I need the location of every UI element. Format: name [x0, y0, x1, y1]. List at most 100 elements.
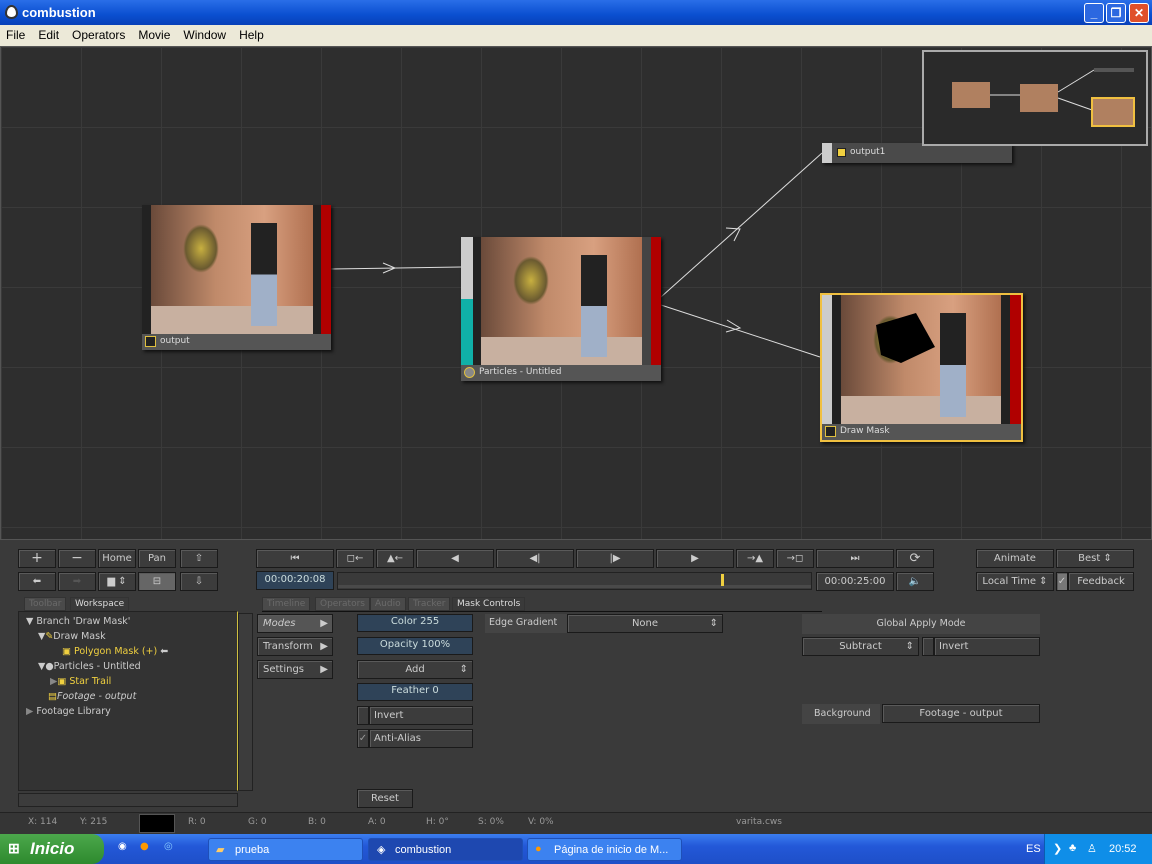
- system-tray: ❯ ♣ ♙ 20:52: [1044, 834, 1152, 864]
- timeline-scrubber[interactable]: [337, 572, 812, 590]
- invert-checkbox[interactable]: [357, 706, 369, 725]
- clock: 20:52: [1109, 843, 1137, 855]
- task-prueba[interactable]: ▰ prueba: [208, 838, 363, 861]
- tray-expand-icon: ❯: [1053, 843, 1063, 855]
- end-time-field[interactable]: 00:00:25:00: [816, 572, 894, 591]
- settings-menu[interactable]: Settings ▶: [257, 660, 333, 679]
- global-apply-mode-label: Global Apply Mode: [802, 614, 1040, 634]
- modes-menu[interactable]: Modes ▶: [257, 614, 333, 633]
- output-icon: [837, 148, 846, 157]
- status-x: X: 114: [28, 817, 58, 827]
- particles-icon: ●: [45, 661, 54, 672]
- layout-button[interactable]: ⊟: [138, 572, 176, 591]
- navigator-panel[interactable]: [922, 50, 1148, 146]
- step-forward-button[interactable]: |▶: [576, 549, 654, 568]
- speaker-icon[interactable]: 🔈: [896, 572, 934, 591]
- background-dropdown[interactable]: Footage - output: [882, 704, 1040, 723]
- tree-item-footage-library[interactable]: ▶ Footage Library: [22, 704, 236, 719]
- tab-operators[interactable]: Operators: [315, 597, 370, 611]
- network-icon: ♙: [1087, 843, 1097, 855]
- tab-mask-controls[interactable]: Mask Controls: [452, 597, 526, 611]
- tree-item-particles[interactable]: ▼●Particles - Untitled: [22, 659, 236, 674]
- feather-slider[interactable]: Feather 0: [357, 683, 473, 701]
- play-reverse-button[interactable]: ◀: [416, 549, 494, 568]
- blend-mode-dropdown[interactable]: Add ⇕: [357, 660, 473, 679]
- tab-toolbar[interactable]: Toolbar: [24, 597, 67, 611]
- next-mark-button[interactable]: →▲: [736, 549, 774, 568]
- global-invert-checkbox[interactable]: [922, 637, 934, 656]
- start-button[interactable]: ⊞ Inicio: [0, 834, 104, 864]
- status-filename: varita.cws: [736, 817, 782, 827]
- transform-menu[interactable]: Transform ▶: [257, 637, 333, 656]
- status-v: V: 0%: [528, 817, 554, 827]
- edge-gradient-dropdown[interactable]: None ⇕: [567, 614, 723, 633]
- tree-item-star-trail[interactable]: ▶▣ Star Trail: [22, 674, 236, 689]
- tree-item-polygon-mask[interactable]: ▣ Polygon Mask (+) ⬅: [22, 644, 236, 659]
- windows-logo-icon: ⊞: [8, 840, 20, 856]
- color-slider[interactable]: Color 255: [357, 614, 473, 632]
- opacity-slider[interactable]: Opacity 100%: [357, 637, 473, 655]
- prev-keyframe-button[interactable]: ◻←: [336, 549, 374, 568]
- horizontal-scrollbar[interactable]: [18, 793, 238, 807]
- tab-workspace[interactable]: Workspace: [70, 597, 130, 611]
- loop-button[interactable]: ⟳: [896, 549, 934, 568]
- node-thumbnail: [481, 237, 642, 365]
- zoom-out-button[interactable]: −: [58, 549, 96, 568]
- task-combustion[interactable]: ◈ combustion: [368, 838, 523, 861]
- mask-icon: ▣: [62, 646, 71, 657]
- go-to-start-button[interactable]: ⏮: [256, 549, 334, 568]
- reset-button[interactable]: Reset: [357, 789, 413, 808]
- status-s: S: 0%: [478, 817, 504, 827]
- status-b: B: 0: [308, 817, 326, 827]
- current-time-field[interactable]: 00:00:20:08: [256, 571, 334, 590]
- next-keyframe-button[interactable]: →◻: [776, 549, 814, 568]
- playhead[interactable]: [721, 574, 725, 586]
- draw-mask-icon: [825, 426, 836, 437]
- firefox-icon[interactable]: ●: [140, 841, 149, 852]
- tree-item-footage-output[interactable]: ▤Footage - output: [22, 689, 236, 704]
- invert-label: Invert: [369, 706, 473, 725]
- zoom-in-button[interactable]: +: [18, 549, 56, 568]
- task-firefox[interactable]: ● Página de inicio de M...: [527, 838, 682, 861]
- ie-icon[interactable]: ◎: [164, 841, 173, 852]
- quality-dropdown[interactable]: Best ⇕: [1056, 549, 1134, 568]
- anti-alias-label: Anti-Alias: [369, 729, 473, 748]
- node-label: output1: [850, 147, 886, 157]
- language-indicator[interactable]: ES: [1026, 843, 1041, 855]
- forward-arrow-button[interactable]: ➡: [58, 572, 96, 591]
- tab-tracker[interactable]: Tracker: [408, 597, 451, 611]
- feedback-label: Feedback: [1068, 572, 1134, 591]
- status-h: H: 0°: [426, 817, 449, 827]
- status-r: R: 0: [188, 817, 206, 827]
- node-output[interactable]: output: [142, 205, 331, 350]
- global-invert-label: Invert: [934, 637, 1040, 656]
- node-particles[interactable]: Particles - Untitled: [461, 237, 661, 381]
- home-button[interactable]: Home: [98, 549, 136, 568]
- up-arrow-button[interactable]: ⇧: [180, 549, 218, 568]
- tree-item-draw-mask[interactable]: ▼✎Draw Mask: [22, 629, 236, 644]
- back-arrow-button[interactable]: ⬅: [18, 572, 56, 591]
- apply-mode-dropdown[interactable]: Subtract ⇕: [802, 637, 919, 656]
- node-label: output: [142, 334, 331, 350]
- pan-button[interactable]: Pan: [138, 549, 176, 568]
- quicklaunch-icon[interactable]: ◉: [118, 841, 127, 852]
- animate-button[interactable]: Animate: [976, 549, 1054, 568]
- step-back-button[interactable]: ◀|: [496, 549, 574, 568]
- tab-audio[interactable]: Audio: [370, 597, 406, 611]
- tab-timeline[interactable]: Timeline: [262, 597, 311, 611]
- polygon-mask-shape: [876, 313, 935, 363]
- tray-app-icon: ♣: [1069, 842, 1077, 854]
- film-icon: ▤: [48, 691, 57, 702]
- vertical-scrollbar[interactable]: [238, 613, 253, 791]
- anti-alias-checkbox[interactable]: ✓: [357, 729, 369, 748]
- play-button[interactable]: ▶: [656, 549, 734, 568]
- feedback-checkbox[interactable]: ✓: [1056, 572, 1068, 591]
- tree-item-branch[interactable]: ▼ Branch 'Draw Mask': [22, 614, 236, 629]
- node-draw-mask[interactable]: Draw Mask: [820, 293, 1023, 442]
- down-arrow-button[interactable]: ⇩: [180, 572, 218, 591]
- local-time-dropdown[interactable]: Local Time ⇕: [976, 572, 1054, 591]
- color-swatch-dropdown[interactable]: ▆ ⇕: [98, 572, 136, 591]
- go-to-end-button[interactable]: ⏭: [816, 549, 894, 568]
- prev-mark-button[interactable]: ▲←: [376, 549, 414, 568]
- background-label: Background: [802, 704, 880, 724]
